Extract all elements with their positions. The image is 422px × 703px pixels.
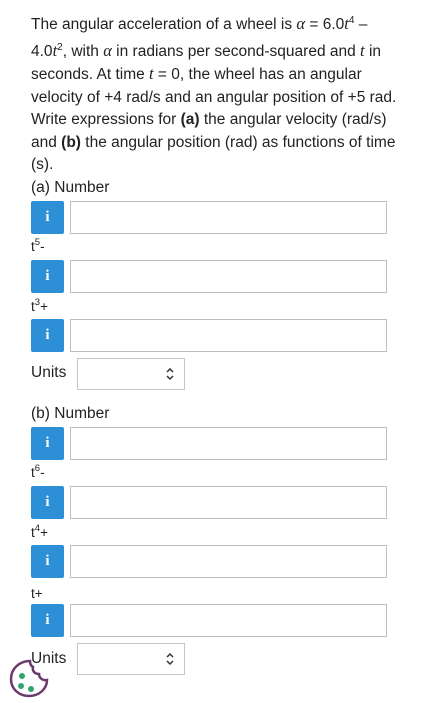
answer-input-b2[interactable] bbox=[70, 486, 387, 519]
info-icon: i bbox=[45, 268, 50, 284]
info-button[interactable]: i bbox=[31, 319, 64, 352]
part-a-label: (a) Number bbox=[31, 179, 110, 196]
info-icon: i bbox=[45, 553, 50, 569]
info-button[interactable]: i bbox=[31, 427, 64, 460]
answer-input-a1[interactable] bbox=[70, 201, 387, 234]
term-label-b3: t+ bbox=[31, 586, 43, 601]
question-text: The angular acceleration of a wheel is α… bbox=[31, 14, 397, 174]
answer-input-b3[interactable] bbox=[70, 545, 387, 578]
info-button[interactable]: i bbox=[31, 545, 64, 578]
term-label-b2: t4+ bbox=[31, 523, 48, 540]
answer-input-a2[interactable] bbox=[70, 260, 387, 293]
info-icon: i bbox=[45, 209, 50, 225]
answer-row-a1: i bbox=[31, 201, 387, 235]
answer-input-b4[interactable] bbox=[70, 604, 387, 637]
answer-row-a2: i bbox=[31, 260, 387, 294]
units-label-a: Units bbox=[31, 364, 67, 381]
up-down-chevron-icon bbox=[166, 367, 174, 381]
info-icon: i bbox=[45, 494, 50, 510]
part-b-label: (b) Number bbox=[31, 405, 110, 422]
answer-input-b1[interactable] bbox=[70, 427, 387, 460]
info-button[interactable]: i bbox=[31, 604, 64, 637]
term-label-a2: t3+ bbox=[31, 297, 48, 314]
answer-row-a3: i bbox=[31, 319, 387, 353]
info-icon: i bbox=[45, 612, 50, 628]
units-select-b[interactable] bbox=[77, 643, 185, 675]
term-label-b1: t6- bbox=[31, 463, 45, 480]
units-select-a[interactable] bbox=[77, 358, 185, 390]
answer-row-b1: i bbox=[31, 427, 387, 461]
cookie-icon[interactable] bbox=[8, 658, 52, 698]
info-icon: i bbox=[45, 327, 50, 343]
info-button[interactable]: i bbox=[31, 260, 64, 293]
answer-input-a3[interactable] bbox=[70, 319, 387, 352]
term-label-a1: t5- bbox=[31, 237, 45, 254]
info-button[interactable]: i bbox=[31, 201, 64, 234]
answer-row-b2: i bbox=[31, 486, 387, 520]
info-icon: i bbox=[45, 435, 50, 451]
answer-row-b3: i bbox=[31, 545, 387, 579]
answer-row-b4: i bbox=[31, 604, 387, 638]
up-down-chevron-icon bbox=[166, 652, 174, 666]
info-button[interactable]: i bbox=[31, 486, 64, 519]
